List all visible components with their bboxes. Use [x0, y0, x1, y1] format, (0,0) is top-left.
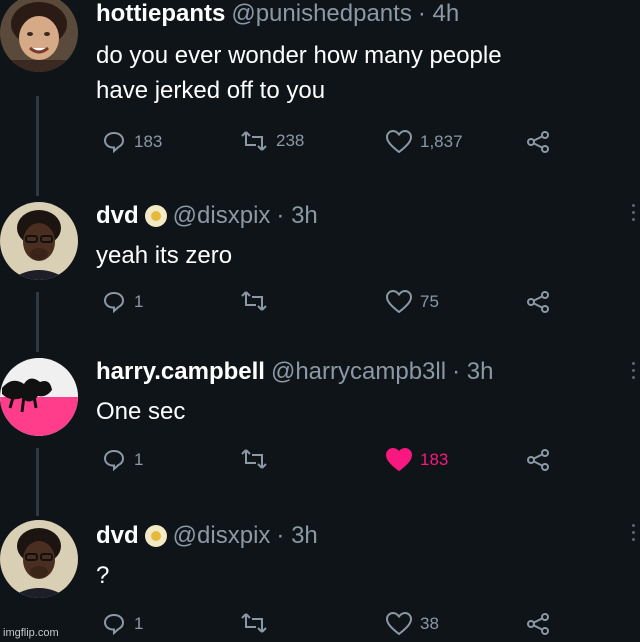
verified-badge-icon [144, 525, 167, 547]
user-handle[interactable]: @punishedpants [231, 0, 412, 28]
reply-button[interactable]: 1 [102, 612, 143, 636]
avatar[interactable] [0, 202, 78, 280]
tweet-actions: 1 183 [96, 448, 576, 478]
retweet-count: 238 [276, 131, 305, 150]
user-name[interactable]: dvd [96, 202, 139, 230]
reply-button[interactable]: 183 [102, 130, 162, 154]
like-count: 75 [420, 292, 439, 311]
like-button[interactable]: 1,837 [386, 130, 463, 154]
tweet-actions: 183 238 1,837 [96, 130, 576, 160]
tweet-actions: 1 75 [96, 290, 576, 320]
verified-badge-icon [144, 205, 167, 227]
avatar[interactable] [0, 520, 78, 598]
like-button[interactable]: 183 [386, 448, 448, 472]
like-button[interactable]: 75 [386, 290, 439, 314]
more-options-icon[interactable] [632, 362, 636, 379]
retweet-button[interactable] [240, 612, 276, 634]
tweet-text: do you ever wonder how many people [96, 42, 502, 69]
tweet-time[interactable]: · 4h [418, 0, 459, 28]
more-options-icon[interactable] [632, 204, 636, 221]
reply-count: 183 [134, 132, 163, 151]
like-icon [386, 612, 412, 636]
thread-line [36, 96, 39, 196]
share-icon [527, 449, 549, 471]
retweet-icon [241, 613, 267, 633]
tweet-text: have jerked off to you [96, 77, 326, 104]
retweet-button[interactable] [240, 290, 276, 312]
like-count: 38 [420, 614, 439, 633]
reply-icon [103, 449, 125, 472]
retweet-icon [241, 131, 267, 151]
retweet-button[interactable] [240, 448, 276, 470]
tweet-text: yeah its zero [96, 242, 233, 269]
tweet-time[interactable]: · 3h [276, 522, 317, 550]
tweet-actions: 1 38 [96, 612, 576, 642]
watermark: imgflip.com [3, 627, 59, 639]
more-options-icon[interactable] [632, 524, 636, 541]
user-name[interactable]: harry.campbell [96, 358, 265, 386]
reply-count: 1 [134, 450, 144, 469]
user-handle[interactable]: @disxpix [173, 202, 271, 230]
share-button[interactable] [526, 290, 550, 314]
like-button[interactable]: 38 [386, 612, 439, 636]
retweet-icon [241, 291, 267, 311]
reply-count: 1 [134, 614, 144, 633]
tweet-time[interactable]: · 3h [452, 358, 493, 386]
thread-line [36, 448, 39, 516]
like-icon [386, 448, 412, 472]
retweet-icon [241, 449, 267, 469]
tweet-text: One sec [96, 398, 186, 425]
avatar[interactable] [0, 0, 78, 72]
like-icon [386, 290, 412, 314]
share-button[interactable] [526, 448, 550, 472]
tweet-time[interactable]: · 3h [276, 202, 317, 230]
reply-button[interactable]: 1 [102, 290, 143, 314]
avatar[interactable] [0, 358, 78, 436]
share-button[interactable] [526, 130, 550, 154]
reply-icon [103, 291, 125, 314]
reply-icon [103, 131, 125, 154]
like-count: 183 [420, 450, 449, 469]
user-handle[interactable]: @harrycampb3ll [271, 358, 446, 386]
reply-count: 1 [134, 292, 144, 311]
share-icon [527, 131, 549, 153]
thread-line [36, 292, 39, 352]
share-icon [527, 291, 549, 313]
share-icon [527, 613, 549, 635]
reply-icon [103, 613, 125, 636]
like-icon [386, 130, 412, 154]
like-count: 1,837 [420, 132, 463, 151]
user-handle[interactable]: @disxpix [173, 522, 271, 550]
share-button[interactable] [526, 612, 550, 636]
user-name[interactable]: dvd [96, 522, 139, 550]
user-name[interactable]: hottiepants [96, 0, 225, 28]
retweet-button[interactable]: 238 [240, 130, 304, 152]
reply-button[interactable]: 1 [102, 448, 143, 472]
tweet-text: ? [96, 562, 110, 589]
